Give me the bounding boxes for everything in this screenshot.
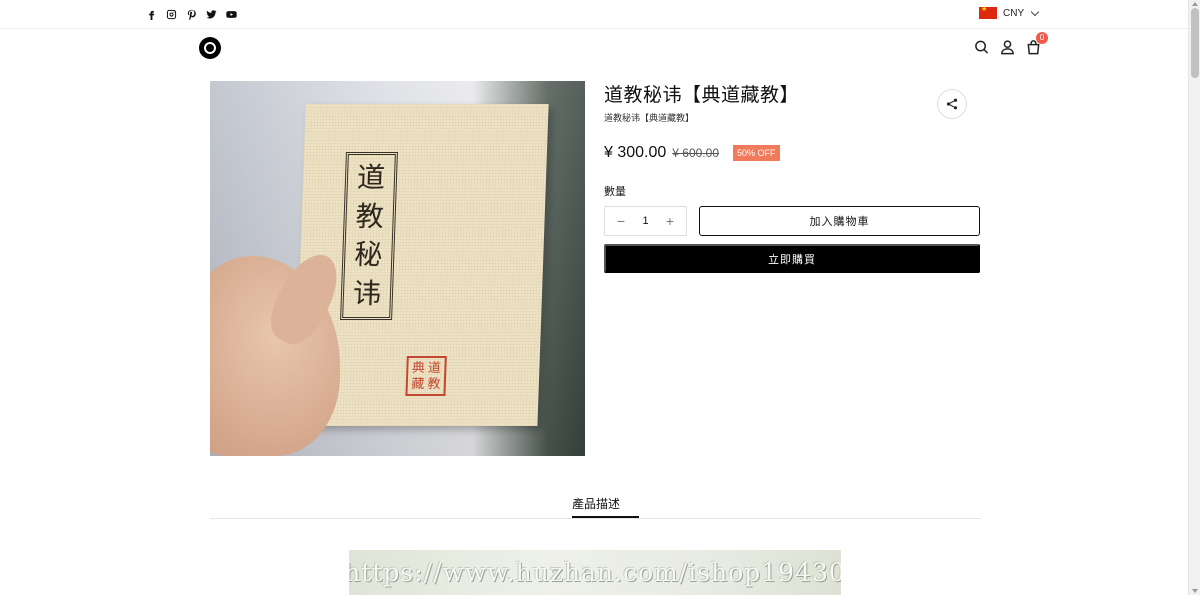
product-title: 道教秘讳【典道藏教】 <box>604 84 800 106</box>
cover-char: 道 <box>356 161 386 195</box>
discount-badge: 50% OFF <box>733 145 780 161</box>
cover-char: 讳 <box>352 276 382 310</box>
scroll-thumb[interactable] <box>1191 8 1199 78</box>
header-actions: 0 <box>974 32 1048 55</box>
active-tab-indicator <box>572 516 639 518</box>
quantity-input[interactable]: 1 <box>642 215 648 227</box>
currency-selector[interactable]: CNY <box>979 5 1040 19</box>
sale-price: ¥ 300.00 <box>604 144 667 161</box>
search-icon[interactable] <box>974 39 989 55</box>
add-to-cart-button[interactable]: 加入購物車 <box>699 206 980 236</box>
chevron-down-icon <box>1030 7 1040 16</box>
compare-price: ¥ 600.00 <box>672 146 719 160</box>
twitter-icon[interactable] <box>205 7 217 21</box>
buy-now-button[interactable]: 立即購買 <box>604 244 980 273</box>
scroll-down-arrow[interactable] <box>1192 589 1198 593</box>
currency-code: CNY <box>1003 7 1025 19</box>
increment-button[interactable]: + <box>664 213 676 229</box>
page-scrollbar[interactable] <box>1188 0 1200 595</box>
seal-char: 教 <box>427 376 441 392</box>
quantity-label: 數量 <box>604 185 626 198</box>
decrement-button[interactable]: − <box>615 213 627 229</box>
cover-char: 教 <box>355 199 385 233</box>
youtube-icon[interactable] <box>225 7 237 21</box>
cart-icon[interactable]: 0 <box>1026 32 1048 55</box>
product-subtitle: 道教秘讳【典道藏教】 <box>604 114 695 124</box>
seal-char: 典 <box>411 360 426 376</box>
facebook-icon[interactable] <box>145 7 157 21</box>
pinterest-icon[interactable] <box>185 7 197 21</box>
top-bar: CNY <box>0 0 1188 29</box>
instagram-icon[interactable] <box>165 7 177 21</box>
share-button[interactable] <box>937 89 967 119</box>
scroll-up-arrow[interactable] <box>1192 2 1198 6</box>
share-icon <box>946 98 958 110</box>
description-watermark-banner: https://www.huzhan.com/ishop19430 <box>349 550 841 595</box>
red-seal-stamp: 典 道 藏 教 <box>405 356 447 396</box>
seal-char: 藏 <box>411 376 425 392</box>
tabs-divider <box>210 518 981 519</box>
site-logo[interactable] <box>199 37 221 59</box>
tab-description[interactable]: 產品描述 <box>572 495 639 512</box>
price-row: ¥ 300.00 ¥ 600.00 50% OFF <box>604 144 780 162</box>
watermark-url: https://www.huzhan.com/ishop19430 <box>349 558 841 587</box>
social-links <box>145 7 237 21</box>
book-title-label: 道 教 秘 讳 <box>340 152 398 320</box>
product-image[interactable]: 道 教 秘 讳 典 道 藏 教 <box>210 81 585 456</box>
quantity-stepper: − 1 + <box>604 206 687 236</box>
cart-count-badge: 0 <box>1036 32 1048 44</box>
cover-char: 秘 <box>353 238 383 272</box>
seal-char: 道 <box>427 360 442 376</box>
account-icon[interactable] <box>1000 39 1015 55</box>
china-flag-icon <box>979 5 997 19</box>
